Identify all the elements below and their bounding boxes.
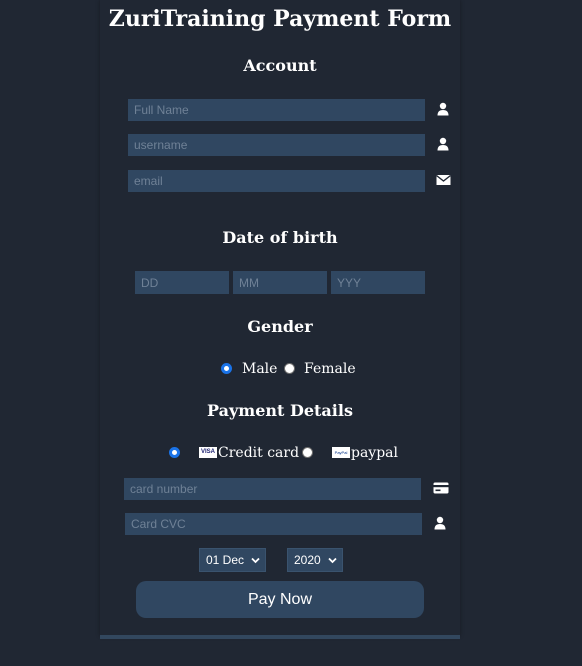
payment-heading: Payment Details [207, 401, 353, 420]
username-input[interactable] [128, 134, 425, 156]
email-input[interactable] [128, 170, 425, 192]
gender-male-label: Male [242, 361, 278, 377]
payment-credit-card-radio[interactable] [169, 447, 180, 458]
full-name-input[interactable] [128, 99, 425, 121]
dob-month-input[interactable] [233, 271, 327, 294]
expiry-year-select[interactable]: 2020 [287, 548, 343, 572]
dob-year-input[interactable] [331, 271, 425, 294]
envelope-icon [436, 174, 451, 185]
chevron-down-icon [251, 557, 260, 564]
dob-heading: Date of birth [222, 228, 338, 247]
pay-now-button[interactable]: Pay Now [136, 581, 424, 618]
account-heading: Account [243, 56, 317, 75]
gender-male-radio[interactable] [221, 363, 232, 374]
card-number-input[interactable] [124, 478, 421, 500]
paypal-label: paypal [351, 445, 399, 461]
chevron-down-icon [328, 557, 337, 564]
paypal-logo: PayPal [332, 447, 350, 458]
user-icon [437, 137, 449, 151]
gender-heading: Gender [247, 317, 313, 336]
dob-day-input[interactable] [135, 271, 229, 294]
form-title: ZuriTraining Payment Form [108, 6, 452, 32]
card-cvc-input[interactable] [125, 513, 422, 535]
expiry-day-value: 01 Dec [206, 553, 245, 567]
expiry-year-value: 2020 [294, 553, 321, 567]
expiry-day-select[interactable]: 01 Dec [199, 548, 266, 572]
form-bottom-border [100, 635, 460, 639]
user-icon [434, 516, 446, 530]
gender-female-radio[interactable] [284, 363, 295, 374]
user-icon [437, 102, 449, 116]
payment-paypal-radio[interactable] [302, 447, 313, 458]
visa-logo: VISA [199, 447, 217, 458]
credit-card-label: Credit card [218, 445, 300, 461]
credit-card-icon [433, 482, 449, 494]
gender-female-label: Female [304, 361, 356, 377]
